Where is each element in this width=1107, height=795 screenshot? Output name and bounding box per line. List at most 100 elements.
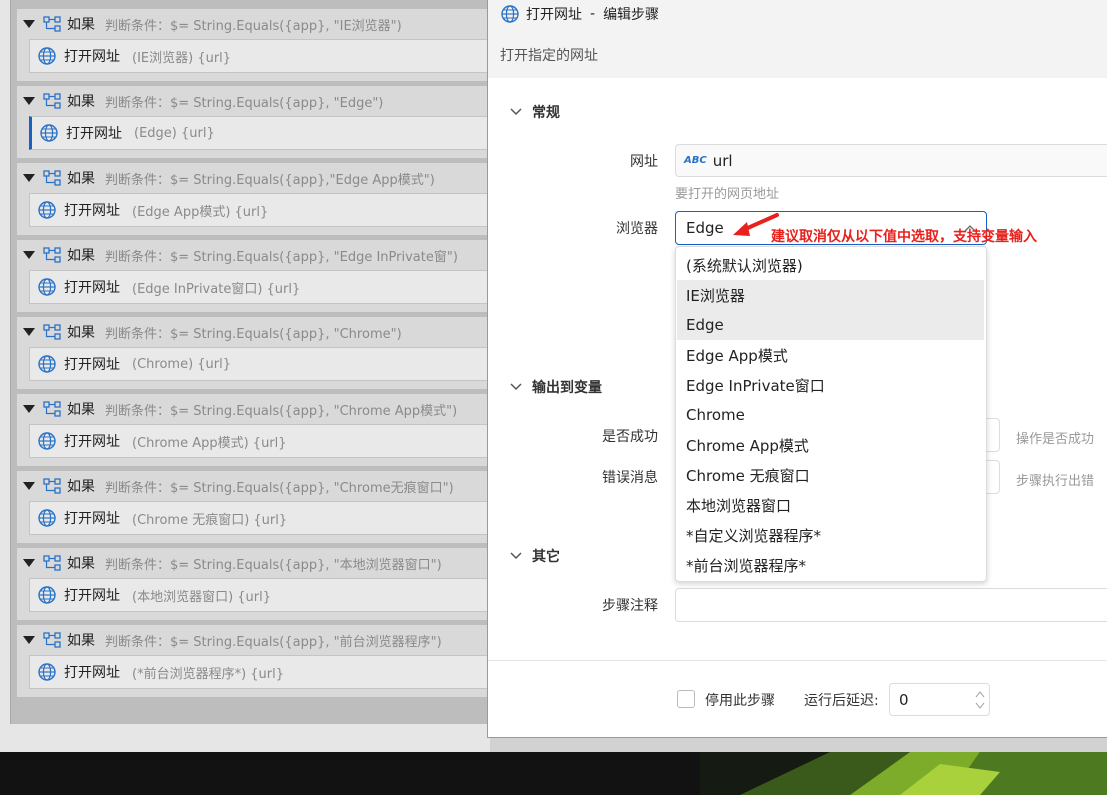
- if-keyword: 如果: [67, 402, 95, 418]
- if-block[interactable]: 如果 判断条件：$= String.Equals({app}, "Chrome A…: [16, 393, 490, 467]
- if-condition: 判断条件：$= String.Equals({app},"Edge App模式"…: [105, 172, 435, 188]
- step-params: (Edge) {url}: [134, 125, 215, 141]
- browser-option[interactable]: Edge: [677, 310, 984, 340]
- annotation-text: 建议取消仅从以下值中选取，支持变量输入: [771, 229, 1037, 245]
- if-keyword: 如果: [67, 94, 95, 110]
- delay-input[interactable]: 0: [889, 683, 990, 716]
- if-block-header[interactable]: 如果 判断条件：$= String.Equals({app}, "前台浏览器程序"…: [23, 629, 442, 651]
- open-url-step[interactable]: 打开网址 (Edge) {url}: [29, 116, 490, 150]
- if-block-header[interactable]: 如果 判断条件：$= String.Equals({app}, "本地浏览器窗口"…: [23, 552, 442, 574]
- globe-icon: [38, 663, 56, 681]
- if-block-header[interactable]: 如果 判断条件：$= String.Equals({app}, "Chrome"): [23, 321, 402, 343]
- browser-option[interactable]: (系统默认浏览器): [677, 250, 984, 280]
- if-block[interactable]: 如果 判断条件：$= String.Equals({app}, "本地浏览器窗口"…: [16, 547, 490, 621]
- workflow-panel: 如果 判断条件：$= String.Equals({app}, "IE浏览器") 打…: [0, 0, 490, 752]
- open-url-step[interactable]: 打开网址 (Edge InPrivate窗口) {url}: [29, 270, 490, 304]
- if-keyword: 如果: [67, 633, 95, 649]
- dialog-description: 打开指定的网址: [500, 48, 598, 64]
- if-block[interactable]: 如果 判断条件：$= String.Equals({app}, "前台浏览器程序"…: [16, 624, 490, 698]
- if-keyword: 如果: [67, 479, 95, 495]
- browser-option[interactable]: 本地浏览器窗口: [677, 490, 984, 520]
- section-output-label: 输出到变量: [532, 380, 602, 396]
- error-label: 错误消息: [602, 470, 658, 486]
- url-label: 网址: [630, 154, 658, 170]
- success-hint: 操作是否成功: [1016, 432, 1095, 447]
- globe-icon: [40, 124, 58, 142]
- globe-icon: [38, 432, 56, 450]
- if-block[interactable]: 如果 判断条件：$= String.Equals({app}, "Chrome无痕…: [16, 470, 490, 544]
- open-url-step[interactable]: 打开网址 (*前台浏览器程序*) {url}: [29, 655, 490, 689]
- dialog-title-separator: -: [590, 6, 596, 22]
- open-url-step[interactable]: 打开网址 (Chrome) {url}: [29, 347, 490, 381]
- collapse-triangle-icon[interactable]: [23, 482, 35, 490]
- globe-icon: [38, 586, 56, 604]
- if-block[interactable]: 如果 判断条件：$= String.Equals({app}, "Edge") 打开…: [16, 85, 490, 159]
- step-params: (Chrome 无痕窗口) {url}: [132, 512, 288, 528]
- browser-option[interactable]: Chrome: [677, 400, 984, 430]
- if-block-header[interactable]: 如果 判断条件：$= String.Equals({app}, "Chrome A…: [23, 398, 457, 420]
- collapse-triangle-icon[interactable]: [23, 97, 35, 105]
- open-url-step[interactable]: 打开网址 (Edge App模式) {url}: [29, 193, 490, 227]
- if-block-header[interactable]: 如果 判断条件：$= String.Equals({app}, "Edge"): [23, 90, 383, 112]
- browser-option[interactable]: Edge App模式: [677, 340, 984, 370]
- open-url-step[interactable]: 打开网址 (Chrome 无痕窗口) {url}: [29, 501, 490, 535]
- comment-label: 步骤注释: [602, 598, 658, 614]
- browser-option[interactable]: *前台浏览器程序*: [677, 550, 984, 580]
- spinner-arrows-icon[interactable]: [975, 689, 985, 711]
- globe-icon: [501, 5, 519, 23]
- branch-icon: [43, 555, 61, 571]
- url-hint: 要打开的网页地址: [675, 187, 780, 202]
- step-title: 打开网址: [64, 203, 120, 219]
- collapse-triangle-icon[interactable]: [23, 174, 35, 182]
- if-condition: 判断条件：$= String.Equals({app}, "本地浏览器窗口"): [105, 557, 442, 573]
- collapse-triangle-icon[interactable]: [23, 20, 35, 28]
- branch-icon: [43, 247, 61, 263]
- if-keyword: 如果: [67, 17, 95, 33]
- step-title: 打开网址: [64, 357, 120, 373]
- open-url-step[interactable]: 打开网址 (Chrome App模式) {url}: [29, 424, 490, 458]
- section-output-header[interactable]: 输出到变量: [510, 377, 602, 397]
- section-general-header[interactable]: 常规: [510, 102, 560, 122]
- if-keyword: 如果: [67, 325, 95, 341]
- step-params: (Chrome App模式) {url}: [132, 435, 287, 451]
- section-general-label: 常规: [532, 105, 560, 121]
- browser-option[interactable]: Chrome 无痕窗口: [677, 460, 984, 490]
- url-input[interactable]: ABC url: [675, 144, 1107, 177]
- globe-icon: [38, 47, 56, 65]
- collapse-triangle-icon[interactable]: [23, 328, 35, 336]
- if-block[interactable]: 如果 判断条件：$= String.Equals({app}, "Chrome")…: [16, 316, 490, 390]
- open-url-step[interactable]: 打开网址 (本地浏览器窗口) {url}: [29, 578, 490, 612]
- dialog-header: 打开网址 - 编辑步骤 打开指定的网址: [488, 0, 1107, 78]
- if-condition: 判断条件：$= String.Equals({app}, "Edge InPri…: [105, 249, 458, 265]
- if-block-header[interactable]: 如果 判断条件：$= String.Equals({app}, "IE浏览器"): [23, 13, 402, 35]
- chevron-down-icon: [510, 108, 522, 116]
- if-block-header[interactable]: 如果 判断条件：$= String.Equals({app},"Edge App模…: [23, 167, 435, 189]
- browser-option[interactable]: IE浏览器: [677, 280, 984, 310]
- if-condition: 判断条件：$= String.Equals({app}, "Chrome无痕窗口…: [105, 480, 454, 496]
- error-hint: 步骤执行出错: [1016, 474, 1095, 489]
- branch-icon: [43, 401, 61, 417]
- if-block[interactable]: 如果 判断条件：$= String.Equals({app}, "Edge InP…: [16, 239, 490, 313]
- comment-input[interactable]: [675, 588, 1107, 622]
- section-other-header[interactable]: 其它: [510, 546, 560, 566]
- if-block-header[interactable]: 如果 判断条件：$= String.Equals({app}, "Chrome无痕…: [23, 475, 454, 497]
- delay-label: 运行后延迟:: [804, 693, 879, 709]
- dialog-title-action: 编辑步骤: [603, 7, 660, 23]
- browser-option[interactable]: Chrome App模式: [677, 430, 984, 460]
- if-condition: 判断条件：$= String.Equals({app}, "Chrome"): [105, 326, 402, 342]
- if-block[interactable]: 如果 判断条件：$= String.Equals({app}, "IE浏览器") 打…: [16, 8, 490, 82]
- collapse-triangle-icon[interactable]: [23, 636, 35, 644]
- globe-icon: [38, 201, 56, 219]
- step-title: 打开网址: [64, 511, 120, 527]
- collapse-triangle-icon[interactable]: [23, 559, 35, 567]
- step-title: 打开网址: [66, 126, 122, 142]
- text-type-icon: ABC: [684, 155, 707, 166]
- if-block-header[interactable]: 如果 判断条件：$= String.Equals({app}, "Edge InP…: [23, 244, 458, 266]
- disable-step-checkbox[interactable]: [677, 690, 695, 708]
- collapse-triangle-icon[interactable]: [23, 251, 35, 259]
- open-url-step[interactable]: 打开网址 (IE浏览器) {url}: [29, 39, 490, 73]
- collapse-triangle-icon[interactable]: [23, 405, 35, 413]
- if-block[interactable]: 如果 判断条件：$= String.Equals({app},"Edge App模…: [16, 162, 490, 236]
- browser-option[interactable]: Edge InPrivate窗口: [677, 370, 984, 400]
- browser-option[interactable]: *自定义浏览器程序*: [677, 520, 984, 550]
